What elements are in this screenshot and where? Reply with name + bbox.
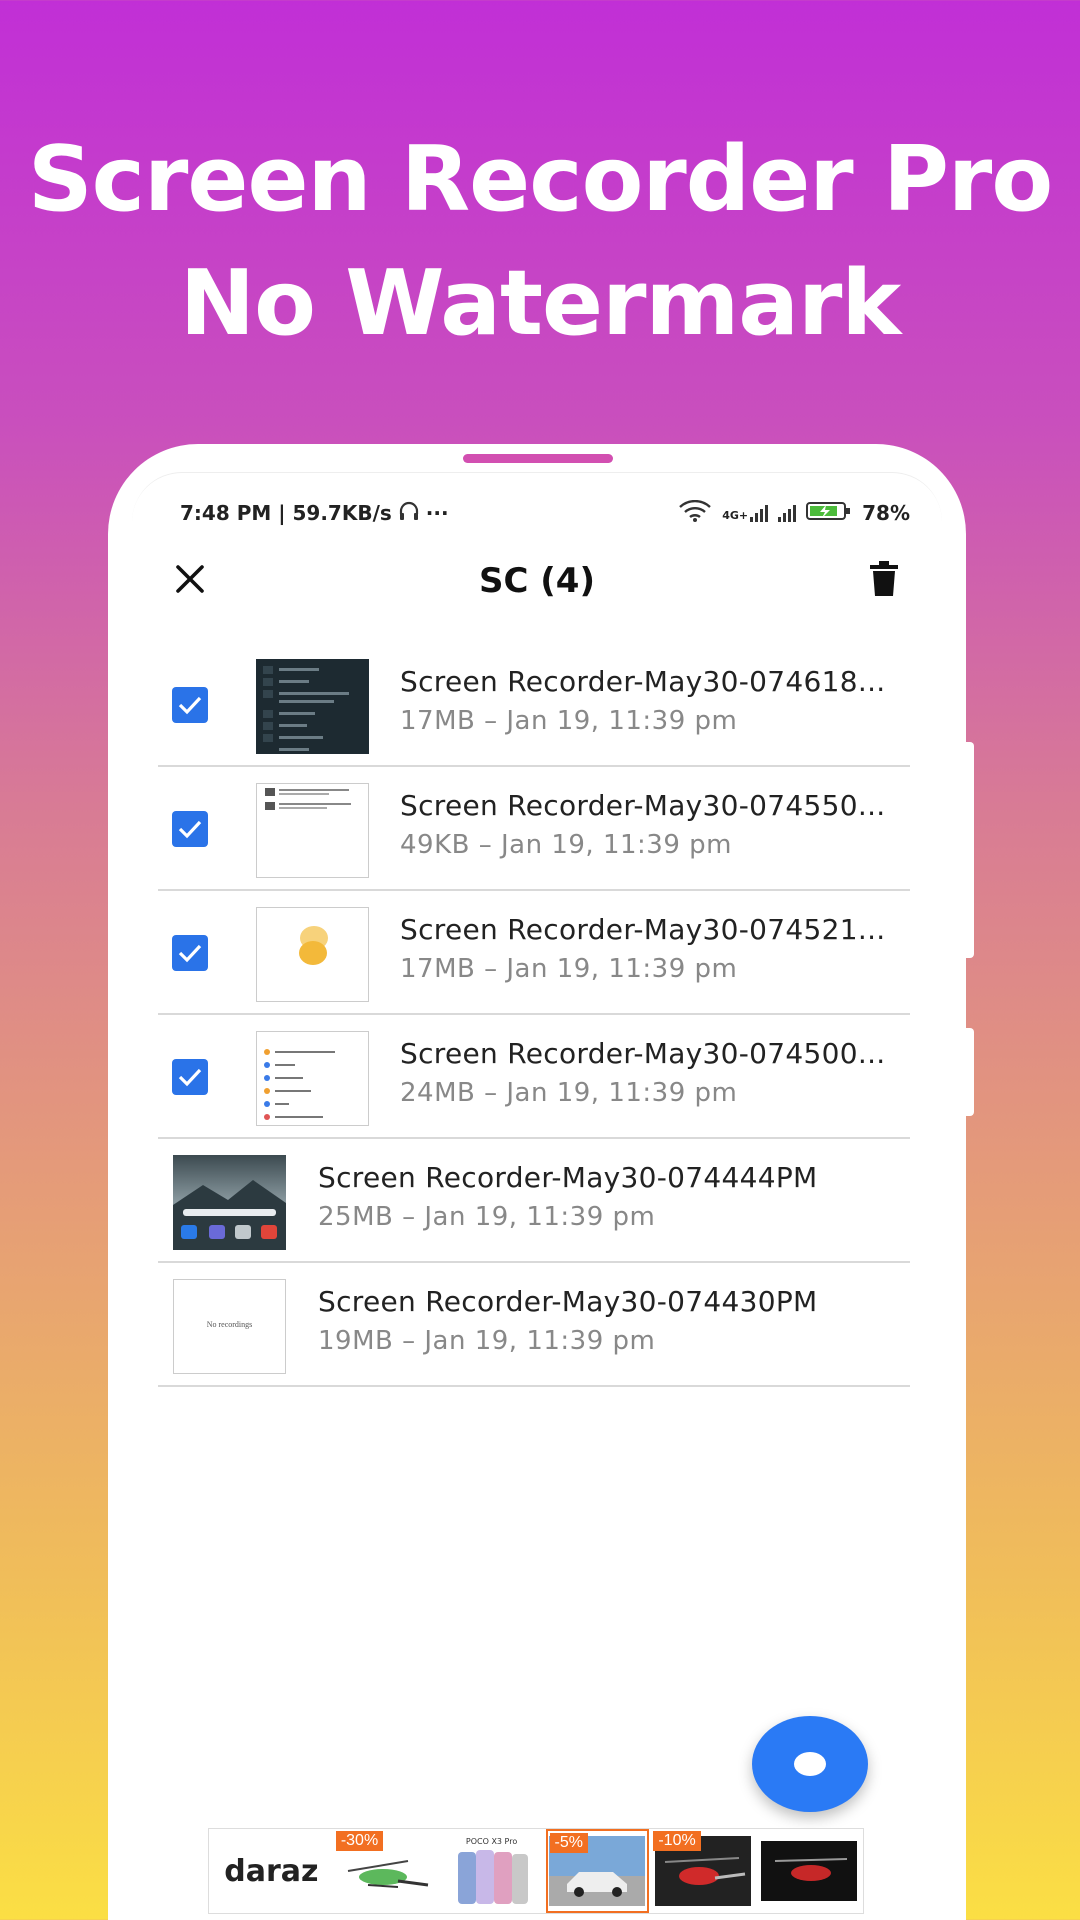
recording-thumbnail bbox=[256, 783, 369, 878]
recording-list: Screen Recorder-May30-074618... 17MB – J… bbox=[158, 643, 910, 1387]
headphones-icon bbox=[398, 500, 420, 527]
network-type-label: 4G+ bbox=[722, 509, 749, 522]
recording-meta: 49KB – Jan 19, 11:39 pm bbox=[400, 830, 732, 860]
ad-product-helicopter[interactable]: -30% bbox=[334, 1829, 438, 1913]
record-icon bbox=[794, 1752, 826, 1776]
recording-title: Screen Recorder-May30-074430PM bbox=[318, 1285, 818, 1318]
discount-badge: -10% bbox=[653, 1831, 701, 1851]
checkmark-icon bbox=[178, 1068, 202, 1087]
recording-title: Screen Recorder-May30-074521... bbox=[400, 913, 886, 946]
battery-percent: 78% bbox=[862, 501, 910, 525]
recording-thumbnail bbox=[256, 1031, 369, 1126]
trash-icon bbox=[870, 561, 898, 596]
promo-headline: Screen Recorder Pro No Watermark bbox=[0, 118, 1080, 366]
promo-line-2: No Watermark bbox=[179, 251, 901, 356]
ad-brand-logo: daraz bbox=[209, 1829, 334, 1913]
recording-thumbnail bbox=[256, 907, 369, 1002]
recording-meta: 19MB – Jan 19, 11:39 pm bbox=[318, 1326, 656, 1356]
checkmark-icon bbox=[178, 944, 202, 963]
recording-row[interactable]: Screen Recorder-May30-074618... 17MB – J… bbox=[158, 643, 910, 767]
record-fab-button[interactable] bbox=[752, 1716, 868, 1812]
phones-image bbox=[457, 1849, 528, 1904]
phone-side-button bbox=[966, 742, 974, 958]
recording-row[interactable]: Screen Recorder-May30-074521... 17MB – J… bbox=[158, 891, 910, 1015]
thumbnail-placeholder-text: No recordings bbox=[206, 1320, 253, 1329]
recording-thumbnail bbox=[173, 1155, 286, 1250]
phone-notch bbox=[463, 454, 613, 463]
recording-title: Screen Recorder-May30-074500... bbox=[400, 1037, 886, 1070]
recording-thumbnail: No recordings bbox=[173, 1279, 286, 1374]
wifi-icon bbox=[678, 499, 712, 527]
checkmark-icon bbox=[178, 820, 202, 839]
checkmark-icon bbox=[178, 696, 202, 715]
recording-row[interactable]: No recordings Screen Recorder-May30-0744… bbox=[158, 1263, 910, 1387]
status-time: 7:48 PM | 59.7KB/s bbox=[180, 501, 392, 525]
recording-row[interactable]: Screen Recorder-May30-074550... 49KB – J… bbox=[158, 767, 910, 891]
delete-button[interactable] bbox=[864, 557, 904, 601]
promo-line-1: Screen Recorder Pro bbox=[27, 127, 1053, 232]
more-notifications-icon: ··· bbox=[425, 501, 449, 525]
signal-icon-sim2 bbox=[778, 504, 797, 522]
ad-product-car[interactable]: -5% bbox=[545, 1829, 650, 1913]
selection-title: SC (4) bbox=[478, 561, 595, 601]
select-checkbox[interactable] bbox=[172, 1059, 208, 1095]
discount-badge: -30% bbox=[335, 1831, 384, 1851]
recording-meta: 25MB – Jan 19, 11:39 pm bbox=[318, 1202, 656, 1232]
phone-frame: 7:48 PM | 59.7KB/s ··· 4G+ 78% SC (4) Sc… bbox=[108, 444, 966, 1920]
toolbar: SC (4) bbox=[132, 541, 942, 621]
helicopter-2-image bbox=[761, 1841, 858, 1901]
recording-row[interactable]: Screen Recorder-May30-074444PM 25MB – Ja… bbox=[158, 1139, 910, 1263]
ad-product-helicopter-2[interactable] bbox=[757, 1829, 861, 1913]
ad-product-rc-helicopter[interactable]: -10% bbox=[651, 1829, 755, 1913]
signal-icon bbox=[750, 504, 769, 522]
ad-product-caption: POCO X3 Pro bbox=[465, 1836, 518, 1846]
recording-meta: 17MB – Jan 19, 11:39 pm bbox=[400, 954, 738, 984]
discount-badge: -5% bbox=[549, 1833, 588, 1853]
ad-product-phones[interactable]: POCO X3 Pro bbox=[440, 1829, 544, 1913]
recording-row[interactable]: Screen Recorder-May30-074500... 24MB – J… bbox=[158, 1015, 910, 1139]
recording-title: Screen Recorder-May30-074444PM bbox=[318, 1161, 818, 1194]
status-bar: 7:48 PM | 59.7KB/s ··· 4G+ 78% bbox=[180, 493, 910, 533]
phone-screen: 7:48 PM | 59.7KB/s ··· 4G+ 78% SC (4) Sc… bbox=[132, 472, 942, 1920]
select-checkbox[interactable] bbox=[172, 811, 208, 847]
battery-charging-icon bbox=[806, 500, 852, 527]
close-button[interactable] bbox=[170, 559, 210, 599]
recording-thumbnail bbox=[256, 659, 369, 754]
ad-brand-name: daraz bbox=[224, 1853, 319, 1889]
ad-banner[interactable]: daraz -30% POCO X3 Pro -5% -10% bbox=[208, 1828, 864, 1914]
recording-title: Screen Recorder-May30-074618... bbox=[400, 665, 886, 698]
select-checkbox[interactable] bbox=[172, 935, 208, 971]
recording-meta: 17MB – Jan 19, 11:39 pm bbox=[400, 706, 738, 736]
recording-meta: 24MB – Jan 19, 11:39 pm bbox=[400, 1078, 738, 1108]
close-icon bbox=[176, 565, 204, 593]
select-checkbox[interactable] bbox=[172, 687, 208, 723]
phone-side-button bbox=[966, 1028, 974, 1116]
recording-title: Screen Recorder-May30-074550... bbox=[400, 789, 886, 822]
